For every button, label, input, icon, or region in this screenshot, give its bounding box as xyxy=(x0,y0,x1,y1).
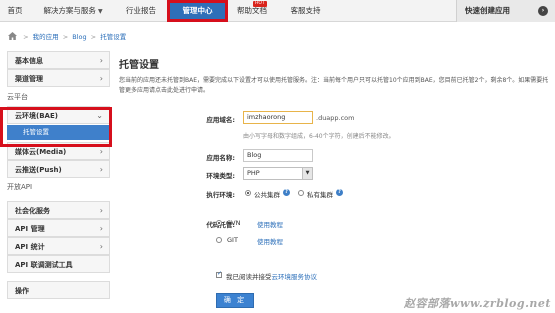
quick-create-app-button[interactable]: 快速创建应用 › xyxy=(456,0,555,22)
svn-label: SVN xyxy=(227,219,241,227)
nav-solutions-label: 解决方案与服务 xyxy=(43,6,96,15)
sidebar-item-label: 社会化服务 xyxy=(15,207,50,215)
agree-label: 我已阅读并接受 xyxy=(226,273,272,281)
public-cluster-label: 公共集群 xyxy=(254,191,280,199)
domain-hint: 由小写字母和数字组成，6-40个字符，创建后不能修改。 xyxy=(243,133,395,140)
sidebar-item-api-management[interactable]: API 管理 › xyxy=(7,219,110,237)
nav-solutions[interactable]: 解决方案与服务 ▼ xyxy=(34,0,112,22)
dropdown-arrow-icon: ▼ xyxy=(302,168,312,179)
page-title: 托管设置 xyxy=(119,60,159,71)
breadcrumb: > 我的应用 > Blog > 托管设置 xyxy=(8,31,126,43)
sidebar-item-channels[interactable]: 渠道管理 › xyxy=(7,69,110,87)
sidebar-item-label: API 管理 xyxy=(15,225,45,233)
radio-svn[interactable] xyxy=(216,220,222,226)
hot-badge: HOT xyxy=(253,1,267,7)
radio-private-cluster[interactable] xyxy=(298,190,304,196)
sidebar-item-label: API 联调测试工具 xyxy=(15,261,73,269)
env-type-label: 环境类型: xyxy=(206,172,235,180)
home-icon[interactable] xyxy=(8,32,17,40)
sidebar-item-api-test-tool[interactable]: API 联调测试工具 xyxy=(7,255,110,273)
nav-highlight-box xyxy=(167,0,228,22)
breadcrumb-separator: > xyxy=(90,33,97,41)
sidebar-item-social[interactable]: 社会化服务 › xyxy=(7,201,110,219)
chevron-right-icon: › xyxy=(99,224,103,233)
private-cluster-label: 私有集群 xyxy=(307,191,333,199)
sidebar-item-label: 基本信息 xyxy=(15,57,43,65)
nav-support[interactable]: 客服支持 xyxy=(283,0,328,22)
help-icon[interactable]: ? xyxy=(336,189,343,196)
sidebar-group-cloud: 云平台 xyxy=(7,93,28,101)
agree-checkbox[interactable] xyxy=(216,270,222,278)
sidebar-item-push[interactable]: 云推送(Push) › xyxy=(7,160,110,178)
breadcrumb-separator: > xyxy=(62,33,69,41)
submit-button[interactable]: 确 定 xyxy=(216,293,254,308)
agreement-link[interactable]: 云环境服务协议 xyxy=(272,273,318,281)
nav-home[interactable]: 首页 xyxy=(0,0,30,22)
sidebar-item-label: 渠道管理 xyxy=(15,75,43,83)
agree-text: 我已阅读并接受云环境服务协议 xyxy=(226,271,317,281)
domain-suffix: .duapp.com xyxy=(316,114,355,122)
git-label: GIT xyxy=(227,236,238,244)
app-name-input[interactable]: Blog xyxy=(243,149,313,162)
right-arrow-circle-icon: › xyxy=(538,6,548,16)
sidebar-item-label: API 统计 xyxy=(15,243,45,251)
sidebar-item-api-stats[interactable]: API 统计 › xyxy=(7,237,110,255)
sidebar-item-operations[interactable]: 操作 xyxy=(7,281,110,299)
intro-text: 您当前的应用还未托管到BAE，需要完成以下设置才可以使用托管服务。注：当前每个用… xyxy=(119,77,549,94)
breadcrumb-my-apps[interactable]: 我的应用 xyxy=(33,33,59,41)
env-type-value: PHP xyxy=(247,169,260,177)
nav-reports[interactable]: 行业报告 xyxy=(117,0,165,22)
help-icon[interactable]: ? xyxy=(283,189,290,196)
breadcrumb-app[interactable]: Blog xyxy=(72,33,86,41)
top-nav: 首页 解决方案与服务 ▼ 行业报告 管理中心 帮助文档 HOT 客服支持 快速创建… xyxy=(0,0,555,22)
sidebar-item-basic-info[interactable]: 基本信息 › xyxy=(7,51,110,69)
radio-git[interactable] xyxy=(216,237,222,243)
sidebar-highlight-box xyxy=(0,107,112,147)
sidebar-group-open-api: 开放API xyxy=(7,183,33,191)
sidebar-item-label: 操作 xyxy=(15,287,29,295)
chevron-right-icon: › xyxy=(99,74,103,83)
chevron-right-icon: › xyxy=(99,165,103,174)
exec-env-label: 执行环境: xyxy=(206,191,235,199)
chevron-right-icon: › xyxy=(99,206,103,215)
breadcrumb-current: 托管设置 xyxy=(100,33,127,41)
git-tutorial-link[interactable]: 使用教程 xyxy=(257,236,283,246)
app-name-label: 应用名称: xyxy=(206,154,235,162)
domain-input[interactable]: imzhaorong xyxy=(243,111,313,124)
chevron-down-icon: ▼ xyxy=(97,8,103,15)
quick-create-label: 快速创建应用 xyxy=(465,6,510,15)
chevron-right-icon: › xyxy=(99,56,103,65)
breadcrumb-separator: > xyxy=(23,33,29,41)
domain-label: 应用域名: xyxy=(206,116,235,124)
watermark: 赵容部落www.zrblog.net xyxy=(404,297,551,310)
svn-tutorial-link[interactable]: 使用教程 xyxy=(257,219,283,229)
radio-public-cluster[interactable] xyxy=(245,190,251,196)
sidebar-item-label: 媒体云(Media) xyxy=(15,148,67,156)
env-type-select[interactable]: PHP ▼ xyxy=(243,167,313,180)
sidebar-item-label: 云推送(Push) xyxy=(15,166,62,174)
chevron-right-icon: › xyxy=(99,242,103,251)
